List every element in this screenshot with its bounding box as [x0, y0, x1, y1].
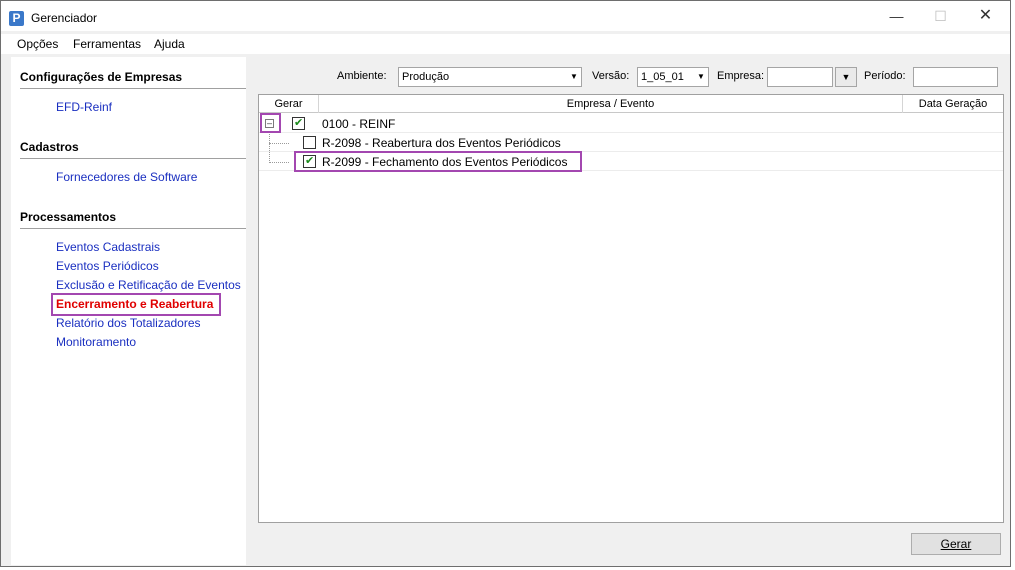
highlight-box-expander [260, 113, 281, 133]
sidebar: Configurações de Empresas EFD-Reinf Cada… [11, 57, 246, 565]
section-divider [20, 88, 246, 89]
row-label: R-2098 - Reabertura dos Eventos Periódic… [322, 136, 561, 150]
sidebar-link-efd-reinf[interactable]: EFD-Reinf [56, 100, 112, 114]
menu-ferramentas[interactable]: Ferramentas [73, 37, 141, 51]
sidebar-link-monitoramento[interactable]: Monitoramento [56, 335, 136, 349]
chevron-down-icon: ▼ [570, 72, 578, 81]
menu-opcoes[interactable]: Opções [17, 37, 58, 51]
maximize-button[interactable]: ☐ [918, 1, 963, 31]
sidebar-link-fornecedores[interactable]: Fornecedores de Software [56, 170, 197, 184]
section-title-cadastros: Cadastros [20, 140, 79, 154]
ambiente-label: Ambiente: [337, 70, 387, 82]
chevron-down-icon: ▼ [697, 72, 705, 81]
tree-row-r2098[interactable]: R-2098 - Reabertura dos Eventos Periódic… [259, 133, 1003, 152]
versao-select[interactable]: 1_05_01 ▼ [637, 67, 709, 87]
app-window: P Gerenciador — ☐ ✕ Opções Ferramentas A… [0, 0, 1011, 567]
grid-header: Gerar Empresa / Evento Data Geração [259, 95, 1003, 113]
highlight-box-active-link [51, 293, 221, 316]
ambiente-value: Produção [402, 71, 450, 83]
column-header-empresa-evento[interactable]: Empresa / Evento [319, 95, 903, 113]
checkbox-r2098[interactable] [303, 136, 316, 149]
checkbox-0100-reinf[interactable] [292, 116, 305, 130]
column-header-data-geracao[interactable]: Data Geração [903, 95, 1003, 113]
minimize-button[interactable]: — [874, 1, 919, 31]
events-grid: Gerar Empresa / Evento Data Geração – 01… [258, 94, 1004, 523]
section-divider [20, 158, 246, 159]
app-logo-icon: P [9, 11, 24, 26]
column-header-gerar[interactable]: Gerar [259, 95, 319, 113]
empresa-label: Empresa: [717, 70, 765, 82]
window-title: Gerenciador [31, 11, 98, 25]
maximize-icon: ☐ [934, 8, 947, 24]
gerar-button[interactable]: Gerar [911, 533, 1001, 555]
highlight-box-r2099 [294, 151, 582, 172]
menu-ajuda[interactable]: Ajuda [154, 37, 185, 51]
close-icon: ✕ [978, 7, 993, 24]
periodo-label: Período: [864, 70, 906, 82]
menu-bar: Opções Ferramentas Ajuda [1, 34, 1010, 54]
section-title-configuracoes: Configurações de Empresas [20, 70, 183, 84]
periodo-input[interactable] [913, 67, 998, 87]
tree-row-0100-reinf[interactable]: – 0100 - REINF [259, 114, 1003, 133]
ambiente-select[interactable]: Produção ▼ [398, 67, 582, 87]
minimize-icon: — [889, 8, 904, 24]
chevron-down-icon: ▼ [841, 72, 851, 82]
section-divider [20, 228, 246, 229]
empresa-dropdown-button[interactable]: ▼ [835, 67, 857, 87]
sidebar-link-exclusao-retificacao[interactable]: Exclusão e Retificação de Eventos [56, 278, 241, 292]
sidebar-link-relatorio-totalizadores[interactable]: Relatório dos Totalizadores [56, 316, 201, 330]
sidebar-link-eventos-periodicos[interactable]: Eventos Periódicos [56, 259, 159, 273]
versao-label: Versão: [592, 70, 630, 82]
row-label: 0100 - REINF [322, 117, 396, 131]
close-button[interactable]: ✕ [963, 1, 1008, 31]
sidebar-link-eventos-cadastrais[interactable]: Eventos Cadastrais [56, 240, 160, 254]
versao-value: 1_05_01 [641, 71, 684, 83]
empresa-input[interactable] [767, 67, 833, 87]
section-title-processamentos: Processamentos [20, 210, 117, 224]
title-bar: P Gerenciador — ☐ ✕ [1, 1, 1010, 31]
